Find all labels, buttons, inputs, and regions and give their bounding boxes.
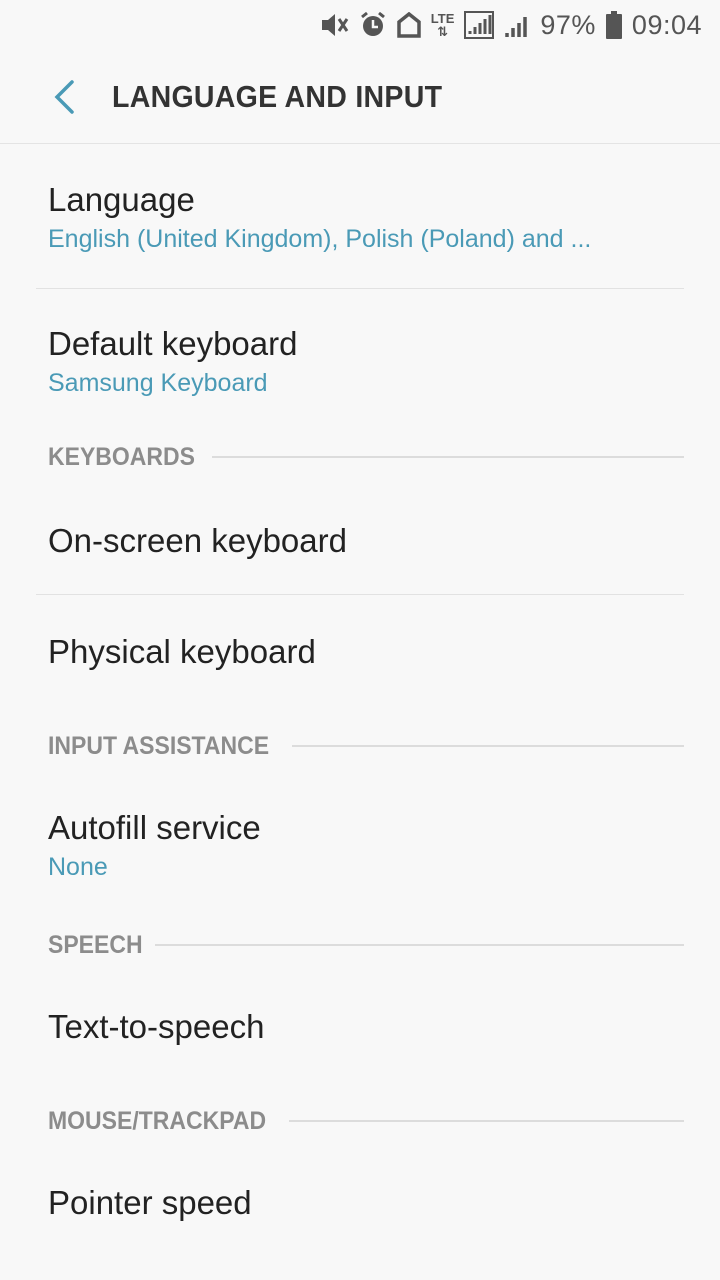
language-title: Language bbox=[48, 181, 195, 218]
pointer-speed-title: Pointer speed bbox=[48, 1184, 252, 1221]
battery-icon bbox=[605, 11, 622, 39]
default-keyboard-item[interactable]: Default keyboard Samsung Keyboard bbox=[0, 289, 720, 434]
network-type-label: LTE ⇅ bbox=[430, 11, 455, 39]
autofill-service-item[interactable]: Autofill service None bbox=[0, 769, 720, 922]
autofill-service-title: Autofill service bbox=[48, 809, 261, 846]
on-screen-keyboard-title: On-screen keyboard bbox=[48, 522, 347, 559]
pointer-speed-item[interactable]: Pointer speed bbox=[0, 1144, 720, 1222]
section-line bbox=[211, 456, 684, 458]
section-line bbox=[154, 944, 684, 946]
battery-percent: 97% bbox=[540, 9, 596, 40]
section-keyboards: KEYBOARDS bbox=[0, 434, 720, 480]
language-subtitle: English (United Kingdom), Polish (Poland… bbox=[48, 225, 592, 253]
section-line bbox=[289, 1120, 684, 1122]
settings-list: Language English (United Kingdom), Polis… bbox=[0, 145, 720, 1222]
back-button[interactable] bbox=[34, 67, 94, 127]
app-bar: LANGUAGE AND INPUT bbox=[0, 50, 720, 144]
status-bar: LTE ⇅ 97% 09:04 bbox=[0, 0, 720, 50]
default-keyboard-subtitle: Samsung Keyboard bbox=[48, 369, 268, 397]
text-to-speech-title: Text-to-speech bbox=[48, 1008, 265, 1045]
section-label: MOUSE/TRACKPAD bbox=[48, 1106, 267, 1135]
alarm-icon bbox=[359, 11, 387, 39]
section-label: INPUT ASSISTANCE bbox=[48, 731, 270, 760]
physical-keyboard-item[interactable]: Physical keyboard bbox=[0, 595, 720, 723]
section-input-assistance: INPUT ASSISTANCE bbox=[0, 723, 720, 769]
physical-keyboard-title: Physical keyboard bbox=[48, 633, 316, 670]
default-keyboard-title: Default keyboard bbox=[48, 325, 298, 362]
autofill-service-subtitle: None bbox=[48, 853, 108, 881]
section-line bbox=[292, 745, 684, 747]
text-to-speech-item[interactable]: Text-to-speech bbox=[0, 968, 720, 1098]
on-screen-keyboard-item[interactable]: On-screen keyboard bbox=[0, 480, 720, 594]
language-item[interactable]: Language English (United Kingdom), Polis… bbox=[0, 145, 720, 288]
signal-outline-icon bbox=[464, 11, 495, 39]
section-label: SPEECH bbox=[48, 930, 143, 959]
chevron-left-icon bbox=[54, 79, 74, 114]
signal-icon bbox=[504, 11, 530, 39]
mute-icon bbox=[319, 11, 349, 39]
section-mouse-trackpad: MOUSE/TRACKPAD bbox=[0, 1098, 720, 1144]
section-label: KEYBOARDS bbox=[48, 442, 195, 471]
home-icon bbox=[397, 12, 421, 38]
clock: 09:04 bbox=[631, 9, 702, 40]
section-speech: SPEECH bbox=[0, 922, 720, 968]
page-title: LANGUAGE AND INPUT bbox=[112, 78, 443, 114]
